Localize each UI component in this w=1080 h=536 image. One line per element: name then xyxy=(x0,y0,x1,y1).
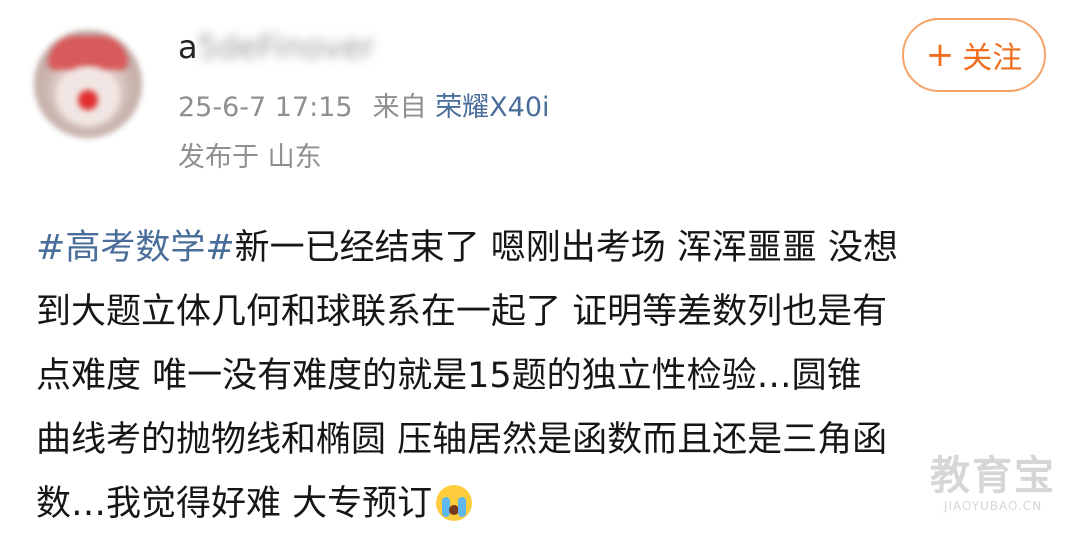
timestamp: 25-6-7 17:15 xyxy=(178,92,353,123)
post-line-3: 点难度 唯一没有难度的就是15题的独立性检验…圆锥 xyxy=(36,356,862,396)
location: 发布于 山东 xyxy=(178,142,322,173)
post-line-5: 数…我觉得好难 大专预订 xyxy=(36,472,1046,536)
source-label: 来自 xyxy=(372,92,427,123)
watermark-url: JIAOYUBAO.CN xyxy=(943,499,1043,513)
post-line-4: 曲线考的抛物线和椭圆 压轴居然是函数而且还是三角函 xyxy=(36,420,888,460)
post-text-5: 数…我觉得好难 大专预订 xyxy=(36,484,433,524)
avatar[interactable] xyxy=(34,30,142,138)
follow-button[interactable]: + 关注 xyxy=(902,18,1046,92)
device-link[interactable]: 荣耀X40i xyxy=(435,92,549,123)
follow-label: 关注 xyxy=(962,41,1023,76)
username-initial: a xyxy=(178,28,198,66)
watermark-logo: 教育宝 xyxy=(930,453,1056,499)
post-meta: 25-6-7 17:15 来自 荣耀X40i xyxy=(178,86,550,130)
post-text-1: 新一已经结束了 嗯刚出考场 浑浑噩噩 没想 xyxy=(234,228,899,268)
watermark: 教育宝 JIAOYUBAO.CN xyxy=(918,454,1068,514)
avatar-nose xyxy=(78,90,98,110)
plus-icon: + xyxy=(925,35,955,75)
avatar-hat xyxy=(48,36,128,70)
hashtag-link[interactable]: #高考数学# xyxy=(36,228,235,268)
username[interactable]: a5deFinover xyxy=(178,22,375,72)
crying-face-icon xyxy=(436,485,473,521)
post-line-2: 到大题立体几何和球联系在一起了 证明等差数列也是有 xyxy=(36,292,888,332)
post-line-1: #高考数学#新一已经结束了 嗯刚出考场 浑浑噩噩 没想 xyxy=(36,216,1046,280)
post-content: #高考数学#新一已经结束了 嗯刚出考场 浑浑噩噩 没想 到大题立体几何和球联系在… xyxy=(36,216,1046,536)
username-blurred: 5deFinover xyxy=(197,28,375,66)
